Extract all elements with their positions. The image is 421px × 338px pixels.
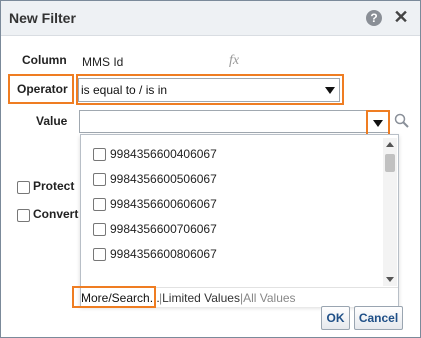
protect-label: Protect (33, 179, 75, 193)
column-value: MMS Id (82, 55, 124, 69)
value-dropdown-list: 9984356600406067 9984356600506067 998435… (80, 134, 399, 307)
operator-selected-value: is equal to / is in (81, 83, 168, 97)
ok-button[interactable]: OK (321, 306, 350, 330)
item-checkbox[interactable] (93, 223, 106, 236)
fx-icon[interactable]: fx (229, 53, 239, 69)
dialog-titlebar: New Filter ? ✕ (1, 1, 420, 36)
scroll-down-icon[interactable] (386, 277, 394, 282)
dialog-title: New Filter (9, 10, 76, 26)
item-checkbox[interactable] (93, 148, 106, 161)
operator-select[interactable]: is equal to / is in (78, 78, 340, 102)
new-filter-dialog: New Filter ? ✕ Column MMS Id fx Operator… (0, 0, 421, 338)
item-checkbox[interactable] (93, 198, 106, 211)
close-icon[interactable]: ✕ (392, 7, 410, 27)
item-label: 9984356600506067 (110, 172, 217, 186)
value-input[interactable] (79, 110, 390, 133)
item-label: 9984356600806067 (110, 247, 217, 261)
convert-label: Convert (33, 207, 79, 221)
convert-checkbox[interactable] (17, 209, 30, 222)
scroll-thumb[interactable] (385, 154, 395, 172)
column-label: Column (22, 53, 67, 67)
limited-values-group: |Limited Values|All Values (159, 291, 296, 305)
item-checkbox[interactable] (93, 173, 106, 186)
chevron-down-icon[interactable] (325, 87, 335, 94)
all-values-link[interactable]: All Values (243, 291, 295, 305)
item-checkbox[interactable] (93, 248, 106, 261)
value-dropdown-arrow-icon[interactable] (373, 120, 383, 127)
scroll-up-icon[interactable] (386, 142, 394, 147)
protect-checkbox[interactable] (17, 181, 30, 194)
item-label: 9984356600606067 (110, 197, 217, 211)
value-label: Value (36, 114, 68, 128)
help-icon[interactable]: ? (366, 10, 382, 26)
operator-label: Operator (17, 82, 68, 96)
item-label: 9984356600406067 (110, 147, 217, 161)
item-label: 9984356600706067 (110, 222, 217, 236)
list-scrollbar[interactable] (383, 138, 397, 286)
cancel-button[interactable]: Cancel (354, 306, 403, 330)
more-search-highlight (72, 286, 156, 308)
search-icon[interactable] (393, 111, 411, 131)
limited-values-link[interactable]: Limited Values (162, 291, 240, 305)
